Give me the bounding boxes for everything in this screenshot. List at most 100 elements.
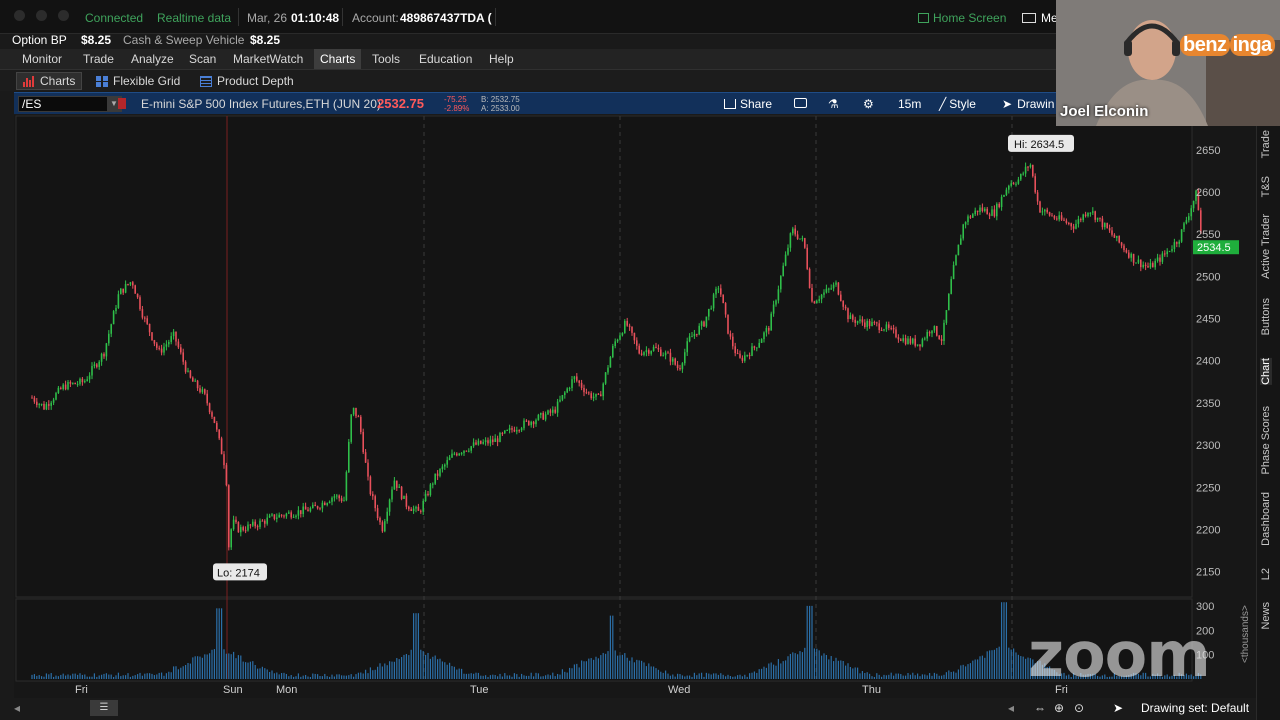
window-maximize-dot[interactable] <box>58 10 69 21</box>
crosshair-icon[interactable]: ⊕ <box>1054 701 1064 715</box>
snapshot-button[interactable] <box>794 97 807 111</box>
candle-body <box>480 440 482 444</box>
subtab-charts[interactable]: Charts <box>16 72 83 90</box>
candle-body <box>324 502 326 506</box>
candle-body <box>808 268 811 288</box>
account-selector[interactable]: 489867437TDA ( <box>400 11 492 25</box>
tab-analyze[interactable]: Analyze <box>131 52 174 66</box>
candle-body <box>432 483 434 485</box>
tab-help[interactable]: Help <box>489 52 514 66</box>
candle-body <box>640 353 643 355</box>
style-button[interactable]: ╱ Style <box>939 97 976 111</box>
candle-body <box>177 341 180 348</box>
window-minimize-dot[interactable] <box>36 10 47 21</box>
candle-body <box>276 517 278 519</box>
sidebar-tab-active-trader[interactable]: Active Trader <box>1260 214 1272 279</box>
candle-body <box>278 514 280 518</box>
tab-marketwatch[interactable]: MarketWatch <box>233 52 303 66</box>
settings-button[interactable]: ⚙ <box>863 97 874 111</box>
candle-body <box>79 378 81 384</box>
candle-body <box>280 514 283 516</box>
home-screen-link[interactable]: Home Screen <box>918 11 1006 25</box>
candle-body <box>211 412 213 417</box>
sidebar-tab-time-sales[interactable]: T&S <box>1260 176 1272 197</box>
price-tick-label: 2200 <box>1196 524 1220 536</box>
option-bp-value: $8.25 <box>81 33 112 47</box>
window-close-dot[interactable] <box>14 10 25 21</box>
time-axis-label: Sun <box>223 684 243 696</box>
studies-button[interactable]: ⚗ <box>828 97 839 111</box>
messages-link[interactable]: Me <box>1022 11 1058 25</box>
time-axis-label: Fri <box>75 684 88 696</box>
zoom-in-icon[interactable]: ⊙ <box>1074 701 1084 715</box>
subtab-flexible-grid[interactable]: Flexible Grid <box>90 72 186 90</box>
candle-body <box>609 357 612 368</box>
candle-body <box>967 216 969 223</box>
candle-body <box>856 321 859 323</box>
candle-body <box>813 301 816 304</box>
candle-body <box>367 462 369 477</box>
drawing-set-label[interactable]: Drawing set: Default <box>1141 701 1249 715</box>
sidebar-tab-l2[interactable]: L2 <box>1260 568 1272 580</box>
sidebar-tab-buttons[interactable]: Buttons <box>1260 298 1272 335</box>
sidebar-tab-dashboard[interactable]: Dashboard <box>1260 492 1272 546</box>
collapse-panel-button[interactable]: ☰ <box>90 700 118 716</box>
candle-body <box>676 364 679 369</box>
tab-monitor[interactable]: Monitor <box>22 52 62 66</box>
low-label: Lo: 2174 <box>217 567 260 579</box>
tab-education[interactable]: Education <box>419 52 472 66</box>
candle-body <box>616 339 619 342</box>
scroll-left-small-icon[interactable]: ◂ <box>1008 701 1014 715</box>
share-button[interactable]: Share <box>724 97 772 111</box>
candle-body <box>712 294 715 309</box>
candle-body <box>535 420 537 425</box>
candle-body <box>952 265 955 280</box>
candle-body <box>489 439 492 444</box>
data-feed-status: Realtime data <box>157 11 232 25</box>
tab-charts[interactable]: Charts <box>314 49 362 69</box>
share-icon <box>724 99 736 109</box>
candle-body <box>650 350 652 354</box>
candle-body <box>924 338 926 340</box>
candle-body <box>1180 229 1183 242</box>
candle-body <box>400 486 403 499</box>
candle-body <box>458 453 460 456</box>
tab-trade[interactable]: Trade <box>83 52 114 66</box>
drawings-button[interactable]: ➤ Drawin <box>1002 97 1054 111</box>
tab-tools[interactable]: Tools <box>372 52 400 66</box>
symbol-description: E-mini S&P 500 Index Futures,ETH (JUN 20… <box>141 97 381 111</box>
candle-body <box>686 341 688 353</box>
candle-body <box>1053 215 1056 219</box>
candle-body <box>220 438 223 455</box>
candle-body <box>669 352 672 362</box>
candle-body <box>1082 214 1084 220</box>
candle-body <box>736 353 739 355</box>
pan-icon[interactable]: ⇔ <box>1034 701 1046 715</box>
link-flag-icon[interactable] <box>118 98 126 109</box>
candle-body <box>602 383 604 397</box>
price-tick-label: 2400 <box>1196 356 1220 368</box>
candle-body <box>1108 228 1111 231</box>
candle-body <box>333 496 336 498</box>
connection-status: Connected <box>85 11 144 25</box>
subtab-product-depth[interactable]: Product Depth <box>194 72 300 90</box>
candle-body <box>825 288 828 293</box>
timeframe-selector[interactable]: 15m <box>898 97 921 111</box>
candle-body <box>165 344 168 347</box>
candle-body <box>883 329 885 331</box>
candle-body <box>1063 219 1065 221</box>
symbol-input[interactable]: /ES ▼ <box>18 96 122 112</box>
candle-body <box>926 332 928 339</box>
sidebar-tab-phase-scores[interactable]: Phase Scores <box>1260 406 1272 474</box>
candle-body <box>753 346 756 348</box>
sidebar-tab-news[interactable]: News <box>1260 602 1272 630</box>
candle-body <box>960 238 962 245</box>
candle-body <box>772 304 775 314</box>
candle-body <box>741 357 744 361</box>
scroll-left-icon[interactable]: ◂ <box>14 701 20 715</box>
sidebar-tab-trade[interactable]: Trade <box>1260 130 1272 158</box>
tab-scan[interactable]: Scan <box>189 52 216 66</box>
sidebar-tab-chart[interactable]: Chart <box>1260 358 1272 385</box>
candle-body <box>237 522 240 533</box>
candle-body <box>571 379 573 389</box>
